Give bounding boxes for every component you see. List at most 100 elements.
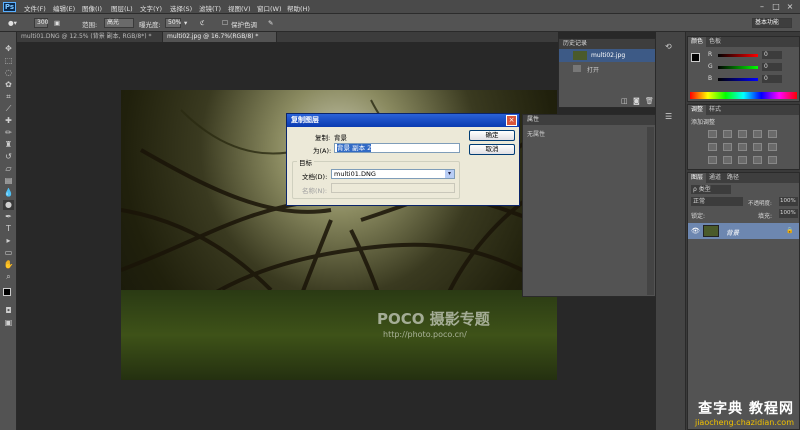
ok-button[interactable]: 确定: [469, 130, 515, 141]
properties-scrollbar[interactable]: [647, 127, 654, 295]
red-slider[interactable]: R 0: [708, 51, 798, 60]
color-balance-icon[interactable]: [723, 143, 732, 151]
foreground-color[interactable]: [3, 288, 11, 296]
channel-mixer-icon[interactable]: [768, 143, 777, 151]
vibrance-icon[interactable]: [768, 130, 777, 138]
new-snapshot-icon[interactable]: ◫: [621, 97, 628, 105]
threshold-icon[interactable]: [738, 156, 747, 164]
brush-panel-icon[interactable]: ▣: [54, 19, 60, 27]
photoshop-logo: Ps: [3, 2, 16, 12]
blue-slider[interactable]: B 0: [708, 75, 798, 84]
invert-icon[interactable]: [708, 156, 717, 164]
green-value[interactable]: 0: [762, 63, 782, 71]
red-value[interactable]: 0: [762, 51, 782, 59]
tab-multi01[interactable]: multi01.DNG @ 12.5% (背景 副本, RGB/8*) *: [17, 32, 163, 42]
range-select[interactable]: 高光: [104, 18, 134, 28]
name-input[interactable]: [331, 183, 455, 193]
history-brush-tool-icon[interactable]: ↺: [3, 152, 14, 162]
photo-filter-icon[interactable]: [753, 143, 762, 151]
menu-edit[interactable]: 编辑(E): [53, 3, 75, 13]
properties-panel-icon[interactable]: ☰: [665, 112, 672, 121]
levels-icon[interactable]: [723, 130, 732, 138]
trash-icon[interactable]: 🗑: [645, 97, 654, 105]
marquee-tool-icon[interactable]: ⬚: [3, 56, 14, 66]
maximize-icon[interactable]: □: [770, 2, 782, 12]
menu-layer[interactable]: 图层(L): [111, 3, 133, 13]
workspace-select[interactable]: 基本功能: [752, 18, 792, 28]
brush-size[interactable]: 300: [34, 18, 48, 28]
protect-tones-checkbox[interactable]: ☐: [222, 19, 228, 27]
brush-tool-icon[interactable]: ✏: [3, 128, 14, 138]
exposure-input[interactable]: 50%: [165, 18, 181, 28]
move-tool-icon[interactable]: ✥: [3, 44, 14, 54]
eraser-tool-icon[interactable]: ▱: [3, 164, 14, 174]
selective-color-icon[interactable]: [768, 156, 777, 164]
history-step[interactable]: 打开: [559, 63, 655, 74]
menu-file[interactable]: 文件(F): [24, 3, 46, 13]
curves-icon[interactable]: [738, 130, 747, 138]
tab-styles[interactable]: 样式: [706, 105, 724, 115]
menu-filter[interactable]: 滤镜(T): [199, 3, 221, 13]
tab-layers[interactable]: 图层: [688, 173, 707, 183]
gradient-tool-icon[interactable]: ▤: [3, 176, 14, 186]
path-select-tool-icon[interactable]: ▸: [3, 236, 14, 246]
airbrush-icon[interactable]: ℭ: [200, 19, 205, 27]
layer-name-input[interactable]: 背景 副本 2: [334, 143, 460, 153]
minimize-icon[interactable]: –: [756, 2, 768, 12]
history-panel-icon[interactable]: ⟲: [665, 42, 672, 51]
layer-row-background[interactable]: 👁 背景 🔒: [688, 223, 799, 239]
screen-mode-icon[interactable]: ▣: [3, 318, 14, 328]
menu-image[interactable]: 图像(I): [82, 3, 102, 13]
chevron-down-icon[interactable]: ▾: [445, 170, 454, 178]
menu-window[interactable]: 窗口(W): [257, 3, 282, 13]
zoom-tool-icon[interactable]: ⌕: [3, 272, 14, 282]
hand-tool-icon[interactable]: ✋: [3, 260, 14, 270]
tab-multi02[interactable]: multi02.jpg @ 16.7%(RGB/8) *: [163, 32, 277, 42]
brightness-icon[interactable]: [708, 130, 717, 138]
dialog-close-icon[interactable]: ×: [506, 115, 517, 126]
dodge-tool-icon[interactable]: ●▾: [8, 19, 17, 27]
dodge-tool-icon[interactable]: ●: [3, 200, 14, 210]
shape-tool-icon[interactable]: ▭: [3, 248, 14, 258]
menu-view[interactable]: 视图(V): [228, 3, 251, 13]
document-select[interactable]: multi01.DNG ▾: [331, 169, 455, 179]
tab-channels[interactable]: 通道: [706, 173, 724, 183]
history-snapshot[interactable]: multi02.jpg: [559, 49, 655, 62]
hue-saturation-icon[interactable]: [708, 143, 717, 151]
menu-select[interactable]: 选择(S): [170, 3, 192, 13]
quick-select-tool-icon[interactable]: ✿: [3, 80, 14, 90]
camera-icon[interactable]: ◙: [633, 97, 640, 105]
crop-tool-icon[interactable]: ⌗: [3, 92, 14, 102]
tab-swatches[interactable]: 色板: [706, 37, 724, 47]
lasso-tool-icon[interactable]: ◌: [3, 68, 14, 78]
close-icon[interactable]: ×: [784, 2, 796, 12]
pressure-icon[interactable]: ✎: [268, 19, 273, 27]
visibility-eye-icon[interactable]: 👁: [691, 227, 700, 235]
eyedropper-tool-icon[interactable]: ⟋: [3, 104, 14, 114]
exposure-icon[interactable]: [753, 130, 762, 138]
posterize-icon[interactable]: [723, 156, 732, 164]
gradient-map-icon[interactable]: [753, 156, 762, 164]
type-tool-icon[interactable]: T: [3, 224, 14, 234]
blur-tool-icon[interactable]: 💧: [3, 188, 14, 198]
blue-value[interactable]: 0: [762, 75, 782, 83]
opacity-input[interactable]: 100%: [779, 197, 798, 206]
tab-adjustments[interactable]: 调整: [688, 105, 707, 115]
green-slider[interactable]: G 0: [708, 63, 798, 72]
stamp-tool-icon[interactable]: ♜: [3, 140, 14, 150]
quick-mask-icon[interactable]: ◘: [3, 306, 14, 316]
color-foreground[interactable]: [691, 53, 700, 62]
tab-paths[interactable]: 路径: [724, 173, 742, 183]
healing-tool-icon[interactable]: ✚: [3, 116, 14, 126]
menu-help[interactable]: 帮助(H): [287, 3, 310, 13]
tab-color[interactable]: 颜色: [688, 37, 707, 47]
layer-kind-filter[interactable]: ρ 类型: [691, 185, 731, 194]
cancel-button[interactable]: 取消: [469, 144, 515, 155]
color-spectrum[interactable]: [690, 92, 797, 99]
fill-input[interactable]: 100%: [779, 209, 798, 218]
pen-tool-icon[interactable]: ✒: [3, 212, 14, 222]
exposure-dropdown-icon[interactable]: ▾: [184, 19, 187, 27]
blend-mode-select[interactable]: 正常: [691, 197, 743, 206]
black-white-icon[interactable]: [738, 143, 747, 151]
menu-type[interactable]: 文字(Y): [140, 3, 162, 13]
